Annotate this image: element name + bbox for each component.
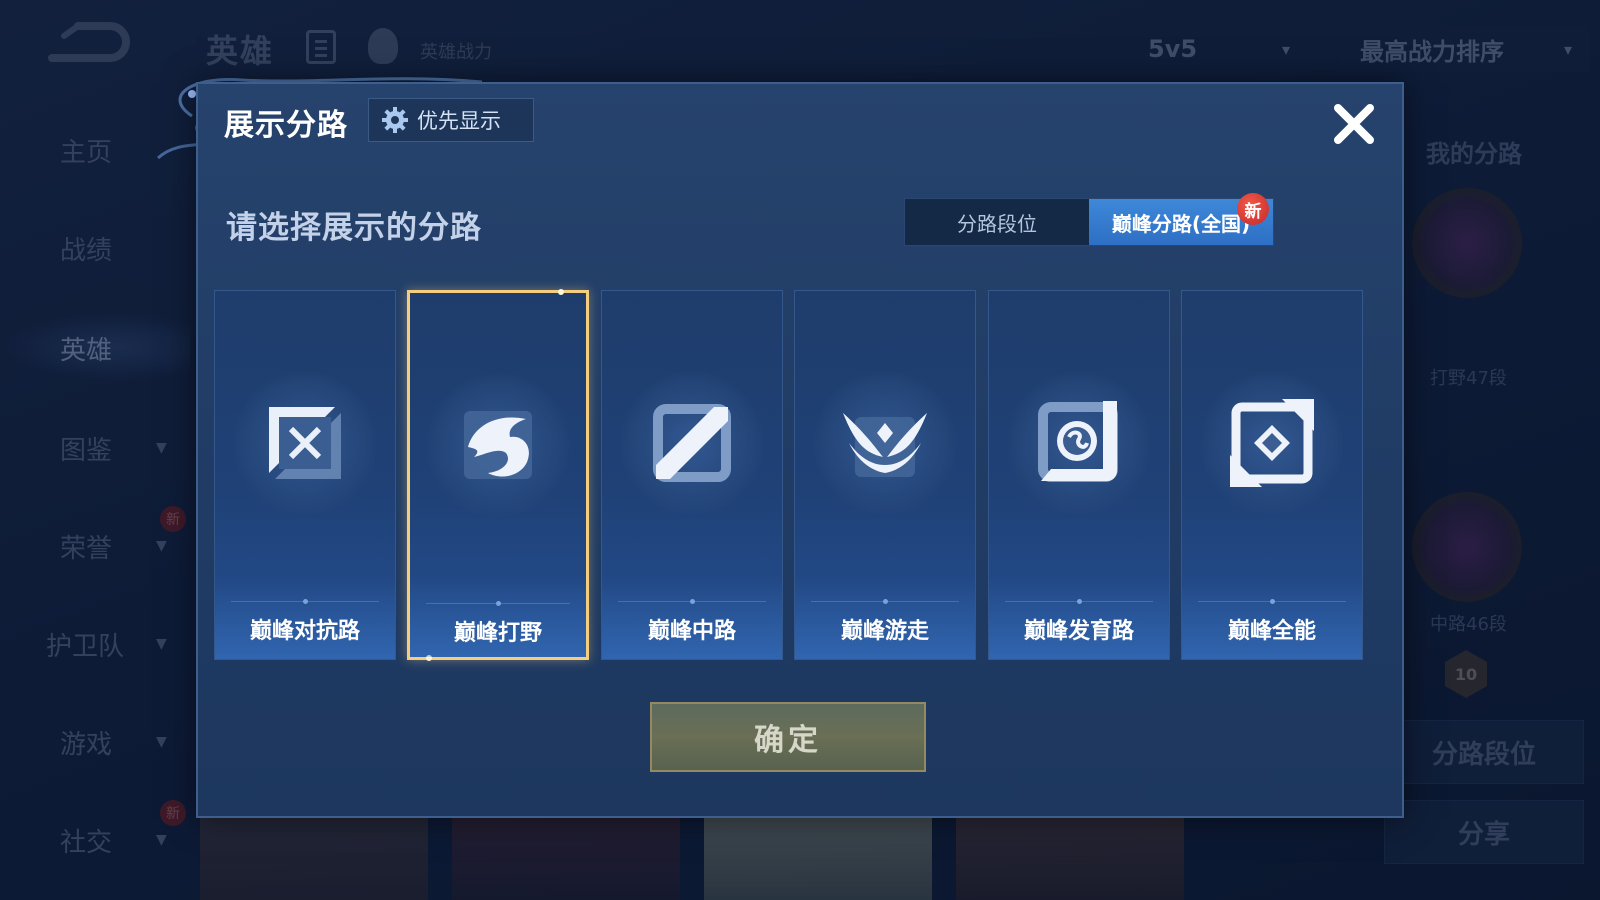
- lane-card-label: 巅峰发育路: [1023, 619, 1134, 644]
- jungle-dragon-icon: [464, 411, 532, 479]
- toggle-option-label: 分路段位: [957, 211, 1037, 236]
- close-button[interactable]: [1328, 98, 1380, 150]
- toggle-option-label: 巅峰分路(全国): [1111, 211, 1251, 236]
- lane-card-label: 巅峰全能: [1227, 619, 1316, 644]
- roam-wings-icon: [843, 413, 927, 477]
- clash-lane-icon: [269, 407, 341, 479]
- priority-display-label: 优先显示: [417, 109, 501, 133]
- toggle-peak-lane-national[interactable]: 巅峰分路(全国) 新: [1089, 193, 1273, 245]
- close-icon: [1334, 104, 1374, 144]
- gear-icon: [382, 107, 408, 133]
- lane-card-jungle[interactable]: 巅峰打野: [407, 289, 589, 661]
- card-divider: [618, 599, 766, 604]
- lane-card-clash[interactable]: 巅峰对抗路: [214, 290, 396, 660]
- farm-lane-icon: [1038, 401, 1118, 482]
- card-divider: [1198, 599, 1346, 604]
- new-badge: 新: [1237, 193, 1269, 225]
- lane-card-all-round[interactable]: 巅峰全能: [1181, 290, 1363, 660]
- card-divider: [231, 599, 379, 604]
- priority-display-button[interactable]: 优先显示: [368, 98, 534, 142]
- lane-display-dialog: 展示分路 优先显示 请选择展示的分路 分路段位 巅峰分路(全国) 新 巅峰对抗路…: [196, 82, 1404, 818]
- lane-cards: 巅峰对抗路 巅峰打野 巅峰中路 巅峰游走 巅峰发育路 巅峰全能: [214, 289, 1364, 661]
- lane-card-label: 巅峰中路: [647, 619, 736, 644]
- mid-lane-icon: [653, 404, 731, 482]
- lane-card-label: 巅峰打野: [453, 621, 542, 646]
- lane-card-mid[interactable]: 巅峰中路: [601, 290, 783, 660]
- lane-card-farm[interactable]: 巅峰发育路: [988, 290, 1170, 660]
- selection-sparkle: [426, 655, 432, 661]
- card-divider: [811, 599, 959, 604]
- card-divider: [426, 601, 570, 606]
- confirm-button[interactable]: 确定: [650, 702, 926, 772]
- card-divider: [1005, 599, 1153, 604]
- selection-sparkle: [558, 289, 564, 295]
- lane-card-label: 巅峰对抗路: [249, 619, 360, 644]
- lane-card-label: 巅峰游走: [840, 619, 929, 644]
- toggle-lane-rank[interactable]: 分路段位: [905, 199, 1089, 245]
- lane-source-toggle: 分路段位 巅峰分路(全国) 新: [904, 193, 1274, 246]
- all-round-icon: [1230, 399, 1314, 487]
- lane-card-roam[interactable]: 巅峰游走: [794, 290, 976, 660]
- select-lane-prompt: 请选择展示的分路: [226, 210, 482, 246]
- dialog-title: 展示分路: [224, 108, 348, 143]
